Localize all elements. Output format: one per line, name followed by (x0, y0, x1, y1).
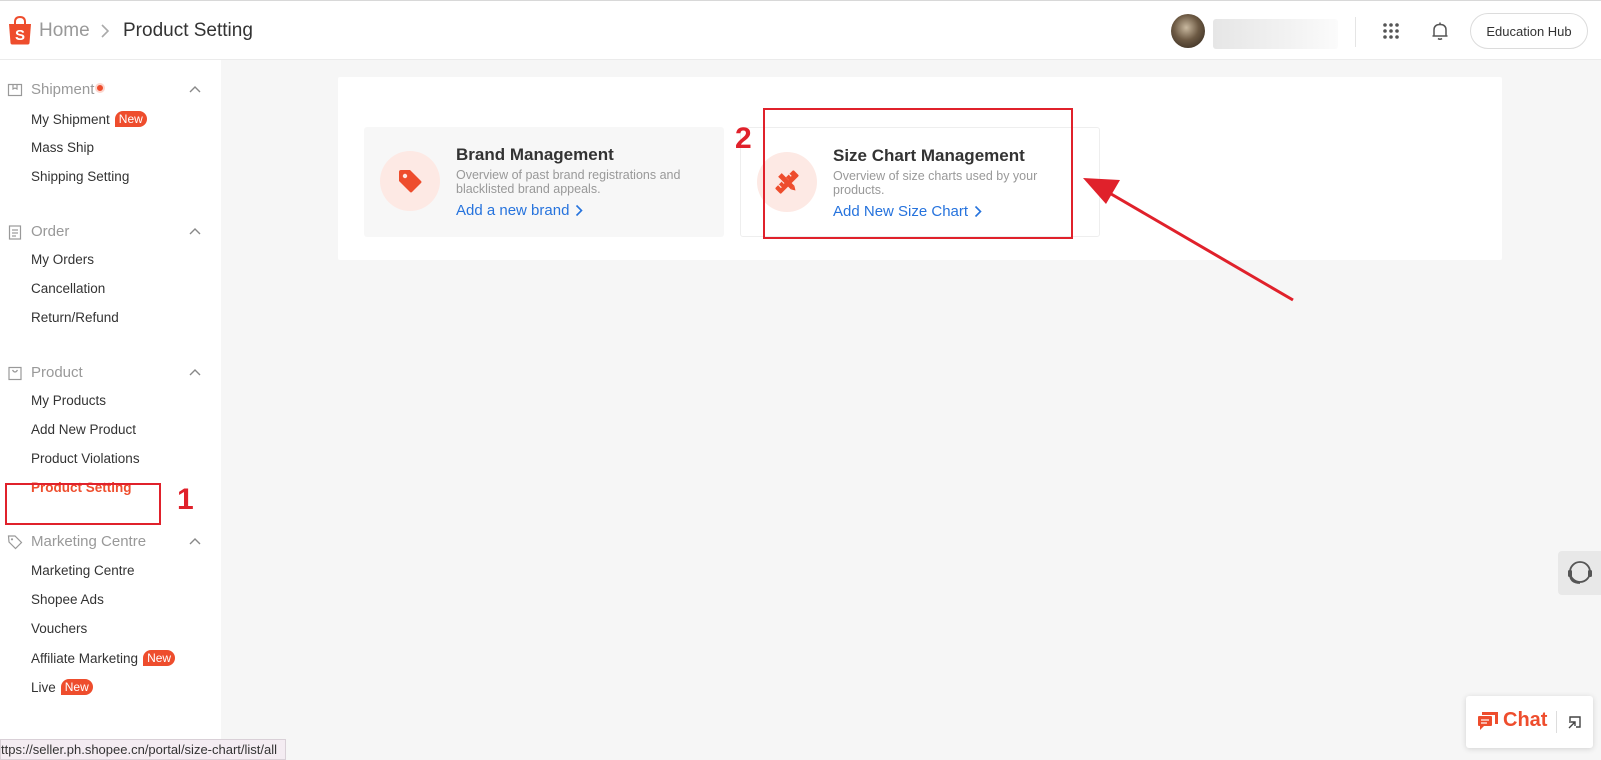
new-badge: New (60, 679, 93, 695)
notification-dot (95, 83, 106, 93)
sidebar-item-add-new-product[interactable]: Add New Product (31, 422, 136, 437)
sidebar-item-marketing-centre[interactable]: Marketing Centre (31, 563, 135, 578)
sidebar-section-product[interactable]: Product (0, 358, 221, 388)
tag-icon (7, 535, 23, 550)
chevron-up-icon[interactable] (189, 536, 201, 548)
sidebar-item-return-refund[interactable]: Return/Refund (31, 310, 119, 325)
apps-grid-icon[interactable] (1382, 22, 1400, 40)
price-tag-icon (399, 170, 422, 193)
annotation-number-2: 2 (735, 122, 752, 155)
sidebar-item-affiliate-marketing[interactable]: Affiliate Marketing New (31, 650, 176, 666)
sidebar-item-live[interactable]: Live New (31, 679, 93, 695)
svg-text:S: S (15, 27, 25, 44)
header-divider (1355, 17, 1356, 47)
sidebar-item-shopee-ads[interactable]: Shopee Ads (31, 592, 104, 607)
page-title: Product Setting (123, 20, 253, 41)
headset-icon (1568, 561, 1592, 584)
bell-icon[interactable] (1430, 21, 1450, 41)
chevron-up-icon[interactable] (189, 84, 201, 96)
card-title: Brand Management (456, 145, 614, 164)
sidebar-item-my-orders[interactable]: My Orders (31, 252, 94, 267)
sidebar-section-title: Product (31, 364, 83, 381)
top-header: S Home Product Setting Education Hub (0, 0, 1601, 60)
sidebar-section-title: Shipment (31, 81, 106, 98)
sidebar-section-title: Order (31, 223, 70, 240)
chevron-up-icon[interactable] (189, 367, 201, 379)
chevron-right-icon (101, 24, 110, 38)
chat-widget[interactable]: Chat (1466, 696, 1593, 748)
sidebar-item-my-shipment[interactable]: My Shipment New (31, 111, 147, 127)
expand-window-icon[interactable] (1567, 714, 1583, 730)
blurred-username[interactable] (1213, 19, 1338, 49)
new-badge: New (143, 650, 176, 666)
chat-label: Chat (1503, 709, 1548, 731)
sidebar-item-my-products[interactable]: My Products (31, 393, 106, 408)
avatar[interactable] (1171, 14, 1205, 48)
customer-support-button[interactable] (1558, 551, 1601, 595)
card-description: Overview of past brand registrations and… (456, 168, 681, 196)
brand-management-card[interactable]: Brand Management Overview of past brand … (364, 127, 724, 237)
sidebar-item-vouchers[interactable]: Vouchers (31, 621, 87, 636)
status-bar-url: ttps://seller.ph.shopee.cn/portal/size-c… (0, 739, 287, 760)
annotation-box-2 (763, 108, 1073, 239)
shipment-box-icon (7, 83, 23, 97)
chevron-up-icon[interactable] (189, 226, 201, 238)
sidebar-item-cancellation[interactable]: Cancellation (31, 281, 105, 296)
shopee-logo-icon[interactable]: S (6, 15, 34, 45)
sidebar-section-order[interactable]: Order (0, 217, 221, 247)
chat-divider (1556, 711, 1557, 733)
breadcrumb-home[interactable]: Home (39, 20, 90, 42)
shopping-bag-icon (8, 366, 22, 381)
sidebar: Shipment My Shipment New Mass Ship Shippi… (0, 60, 221, 760)
annotation-box-1 (5, 483, 161, 525)
clipboard-icon (8, 225, 22, 240)
brand-icon-circle (380, 151, 440, 211)
sidebar-section-marketing[interactable]: Marketing Centre (0, 527, 221, 557)
sidebar-section-shipment[interactable]: Shipment (0, 75, 221, 105)
new-badge: New (114, 111, 147, 127)
education-hub-button[interactable]: Education Hub (1470, 13, 1588, 49)
add-brand-link[interactable]: Add a new brand (456, 202, 584, 219)
sidebar-item-product-violations[interactable]: Product Violations (31, 451, 140, 466)
sidebar-section-title: Marketing Centre (31, 533, 147, 550)
chevron-right-icon (576, 204, 584, 217)
chat-bubble-icon (1478, 712, 1498, 730)
sidebar-item-shipping-setting[interactable]: Shipping Setting (31, 169, 129, 184)
annotation-number-1: 1 (177, 483, 194, 516)
sidebar-item-mass-ship[interactable]: Mass Ship (31, 140, 94, 155)
